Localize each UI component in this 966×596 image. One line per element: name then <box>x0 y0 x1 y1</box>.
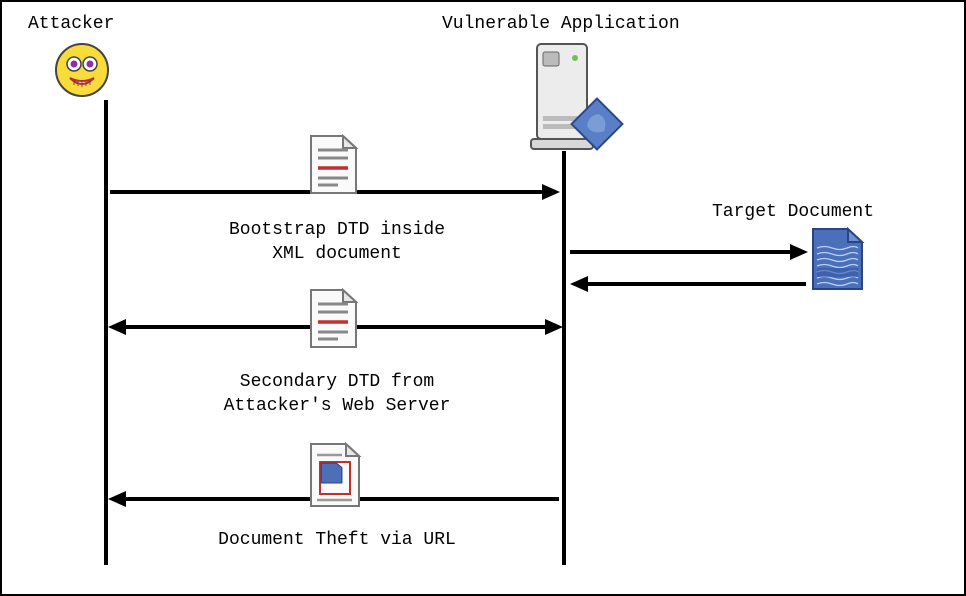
target-request-arrow <box>570 250 792 254</box>
attacker-face-icon <box>52 40 112 105</box>
vulnerable-app-label: Vulnerable Application <box>442 14 680 34</box>
m3-caption: Document Theft via URL <box>162 528 512 552</box>
target-doc-label: Target Document <box>712 202 874 222</box>
m3-text-l1: Document Theft via URL <box>218 530 456 550</box>
m2-caption: Secondary DTD from Attacker's Web Server <box>177 370 497 419</box>
m2-text-l1: Secondary DTD from <box>240 372 434 392</box>
m1-arrowhead <box>542 184 560 200</box>
m1-caption: Bootstrap DTD inside XML document <box>177 218 497 267</box>
target-request-arrowhead <box>790 244 808 260</box>
target-response-arrow <box>588 282 806 286</box>
m3-arrowhead <box>108 491 126 507</box>
m1-text-l2: XML document <box>272 244 402 264</box>
app-lifeline <box>562 151 566 565</box>
xxe-sequence-diagram: Attacker Vulnerable Application Target D… <box>0 0 966 596</box>
target-document-icon <box>810 226 865 297</box>
m2-arrowhead-right <box>545 319 563 335</box>
server-icon <box>527 36 627 161</box>
m2-arrowhead-left <box>108 319 126 335</box>
m3-document-theft-icon <box>306 440 364 515</box>
target-response-arrowhead <box>570 276 588 292</box>
m2-document-icon <box>306 286 361 356</box>
m1-text-l1: Bootstrap DTD inside <box>229 220 445 240</box>
m2-text-l2: Attacker's Web Server <box>224 396 451 416</box>
attacker-label: Attacker <box>28 14 114 34</box>
m1-document-icon <box>306 132 361 202</box>
